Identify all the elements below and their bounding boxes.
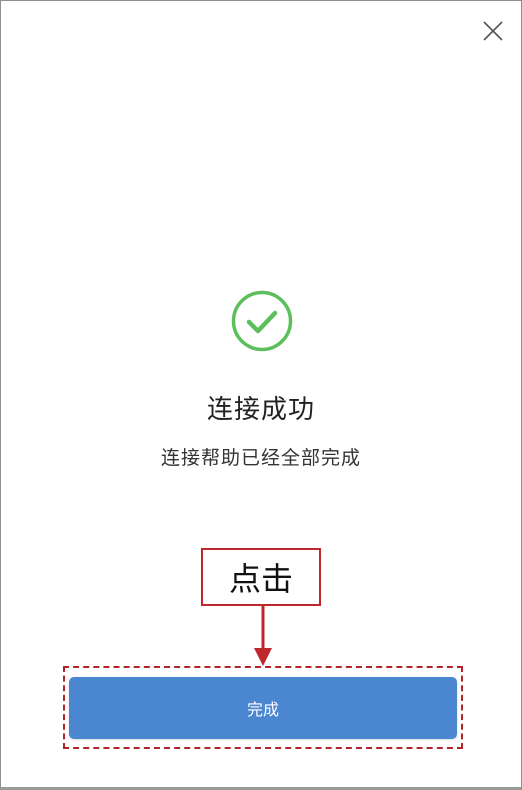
check-circle-icon xyxy=(231,290,293,352)
callout-text: 点击 xyxy=(228,560,293,598)
down-arrow-icon xyxy=(251,606,275,668)
done-button[interactable]: 完成 xyxy=(69,677,457,739)
connection-success-dialog: 连接成功 连接帮助已经全部完成 点击 完成 xyxy=(0,0,522,790)
click-callout: 点击 xyxy=(201,548,321,606)
close-icon[interactable] xyxy=(481,19,505,43)
dialog-title: 连接成功 xyxy=(206,395,315,425)
dialog-subtitle: 连接帮助已经全部完成 xyxy=(160,447,361,469)
